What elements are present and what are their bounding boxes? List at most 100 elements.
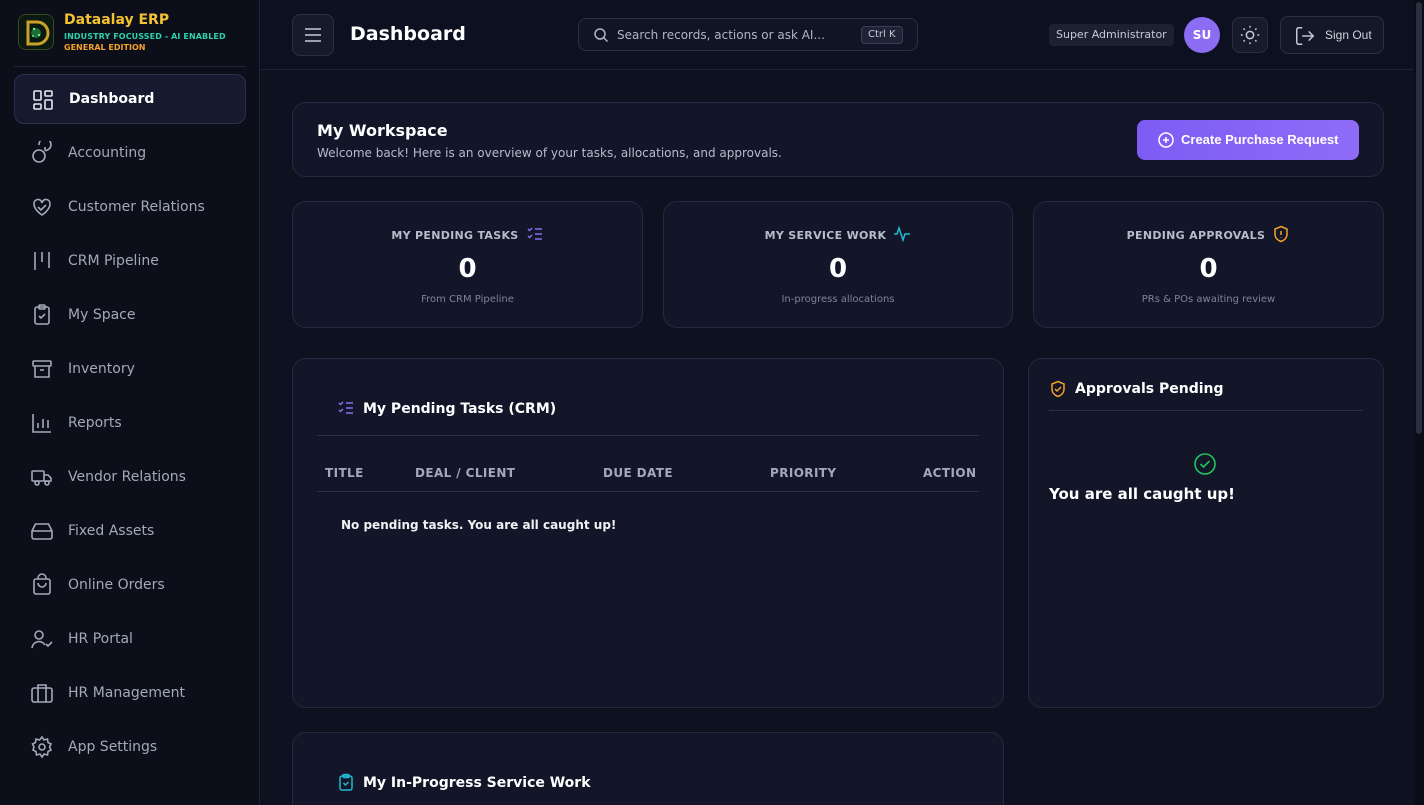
column-header-due-date[interactable]: DUE DATE xyxy=(603,466,673,480)
sidebar-nav: Dashboard Accounting Customer Relations … xyxy=(14,74,246,776)
sidebar-item-online-orders[interactable]: Online Orders xyxy=(14,560,246,610)
pending-tasks-title: My Pending Tasks (CRM) xyxy=(363,401,557,417)
pipeline-icon xyxy=(30,249,54,273)
approvals-pending-panel: Approvals Pending You are all caught up! xyxy=(1028,358,1384,708)
sidebar-item-customer-relations[interactable]: Customer Relations xyxy=(14,182,246,232)
stat-title: PENDING APPROVALS xyxy=(1126,229,1266,242)
avatar[interactable]: SU xyxy=(1184,17,1220,53)
sidebar-item-app-settings[interactable]: App Settings xyxy=(14,722,246,772)
shopping-bag-icon xyxy=(30,573,54,597)
sidebar-item-label: HR Management xyxy=(68,685,185,701)
hamburger-icon xyxy=(305,28,321,42)
sidebar: Dataalay ERP INDUSTRY FOCUSSED - AI ENAB… xyxy=(0,0,260,805)
sign-out-button[interactable]: Sign Out xyxy=(1280,16,1384,54)
stat-card-pending-approvals[interactable]: PENDING APPROVALS 0 PRs & POs awaiting r… xyxy=(1033,201,1384,328)
sidebar-item-hr-management[interactable]: HR Management xyxy=(14,668,246,718)
column-header-deal-client[interactable]: DEAL / CLIENT xyxy=(415,466,515,480)
page-title: Dashboard xyxy=(350,23,466,45)
sidebar-item-label: HR Portal xyxy=(68,631,133,647)
role-badge: Super Administrator xyxy=(1049,24,1174,46)
service-work-panel: My In-Progress Service Work xyxy=(292,732,1004,805)
sidebar-item-label: App Settings xyxy=(68,739,158,755)
sidebar-item-label: Online Orders xyxy=(68,577,165,593)
page-scrollbar[interactable] xyxy=(1414,0,1424,805)
sidebar-item-label: Customer Relations xyxy=(68,199,205,215)
search-shortcut-hint: Ctrl K xyxy=(861,26,903,44)
stat-card-pending-tasks[interactable]: MY PENDING TASKS 0 From CRM Pipeline xyxy=(292,201,643,328)
brand-name: Dataalay ERP xyxy=(64,12,170,28)
plus-circle-icon xyxy=(1158,132,1174,148)
sidebar-item-my-space[interactable]: My Space xyxy=(14,290,246,340)
sidebar-item-label: Reports xyxy=(68,415,122,431)
sidebar-item-inventory[interactable]: Inventory xyxy=(14,344,246,394)
workspace-banner: My Workspace Welcome back! Here is an ov… xyxy=(292,102,1384,177)
dashboard-icon xyxy=(31,88,55,112)
stat-value: 0 xyxy=(1199,254,1218,284)
search-box[interactable]: Ctrl K xyxy=(578,18,918,51)
activity-icon xyxy=(894,225,911,243)
sidebar-item-vendor-relations[interactable]: Vendor Relations xyxy=(14,452,246,502)
sidebar-item-label: CRM Pipeline xyxy=(68,253,159,269)
archive-icon xyxy=(30,357,54,381)
divider xyxy=(317,435,979,436)
stat-card-service-work[interactable]: MY SERVICE WORK 0 In-progress allocation… xyxy=(663,201,1013,328)
bar-chart-icon xyxy=(30,411,54,435)
sidebar-item-crm-pipeline[interactable]: CRM Pipeline xyxy=(14,236,246,286)
brand-logo xyxy=(18,14,54,50)
coins-icon xyxy=(30,137,54,165)
create-purchase-request-label: Create Purchase Request xyxy=(1181,132,1339,147)
pending-tasks-panel: My Pending Tasks (CRM) TITLE DEAL / CLIE… xyxy=(292,358,1004,708)
stat-note: In-progress allocations xyxy=(781,294,895,305)
search-icon xyxy=(594,28,609,43)
hard-drive-icon xyxy=(30,519,54,543)
sidebar-item-label: Accounting xyxy=(68,145,147,161)
brand-divider xyxy=(14,66,246,67)
column-header-title[interactable]: TITLE xyxy=(325,466,364,480)
sidebar-item-accounting[interactable]: Accounting xyxy=(14,128,246,178)
sidebar-item-label: My Space xyxy=(68,307,136,323)
briefcase-icon xyxy=(30,681,54,705)
logout-icon xyxy=(1296,27,1315,45)
column-header-priority[interactable]: PRIORITY xyxy=(770,466,836,480)
user-check-icon xyxy=(30,627,54,651)
brand[interactable]: Dataalay ERP INDUSTRY FOCUSSED - AI ENAB… xyxy=(18,12,248,54)
sidebar-item-label: Vendor Relations xyxy=(68,469,186,485)
stat-title: MY SERVICE WORK xyxy=(764,229,887,242)
stat-note: From CRM Pipeline xyxy=(421,294,514,305)
approvals-pending-title: Approvals Pending xyxy=(1075,381,1224,397)
scrollbar-thumb[interactable] xyxy=(1416,2,1422,434)
empty-state-message: No pending tasks. You are all caught up! xyxy=(341,518,617,532)
stat-value: 0 xyxy=(458,254,477,284)
gear-icon xyxy=(30,735,54,759)
search-input[interactable] xyxy=(617,26,847,44)
stat-title: MY PENDING TASKS xyxy=(391,229,519,242)
shield-check-icon xyxy=(1051,380,1065,398)
check-circle-icon xyxy=(1194,453,1216,475)
theme-toggle-button[interactable] xyxy=(1232,17,1268,53)
table-header-divider xyxy=(317,491,979,492)
sidebar-item-hr-portal[interactable]: HR Portal xyxy=(14,614,246,664)
sidebar-item-fixed-assets[interactable]: Fixed Assets xyxy=(14,506,246,556)
stat-note: PRs & POs awaiting review xyxy=(1141,294,1276,305)
stat-value: 0 xyxy=(828,254,848,284)
column-header-action[interactable]: ACTION xyxy=(923,466,976,480)
truck-icon xyxy=(30,465,54,489)
brand-tagline: INDUSTRY FOCUSSED - AI ENABLED xyxy=(64,32,226,41)
shield-alert-icon xyxy=(1274,225,1289,243)
workspace-subtitle: Welcome back! Here is an overview of you… xyxy=(317,146,782,160)
clipboard-check-icon xyxy=(30,303,54,327)
menu-toggle-button[interactable] xyxy=(292,14,334,56)
list-check-icon xyxy=(527,227,542,240)
create-purchase-request-button[interactable]: Create Purchase Request xyxy=(1137,120,1359,160)
workspace-title: My Workspace xyxy=(317,121,448,140)
handshake-heart-icon xyxy=(30,195,54,219)
clipboard-check-icon xyxy=(339,773,353,791)
sidebar-item-dashboard[interactable]: Dashboard xyxy=(14,74,246,124)
sign-out-label: Sign Out xyxy=(1325,28,1372,42)
service-work-title: My In-Progress Service Work xyxy=(363,775,591,791)
sidebar-item-label: Inventory xyxy=(68,361,135,377)
sidebar-item-reports[interactable]: Reports xyxy=(14,398,246,448)
sidebar-item-label: Fixed Assets xyxy=(68,523,155,539)
sidebar-item-label: Dashboard xyxy=(69,91,155,107)
top-header: Dashboard Ctrl K Super Administrator SU … xyxy=(260,0,1414,70)
